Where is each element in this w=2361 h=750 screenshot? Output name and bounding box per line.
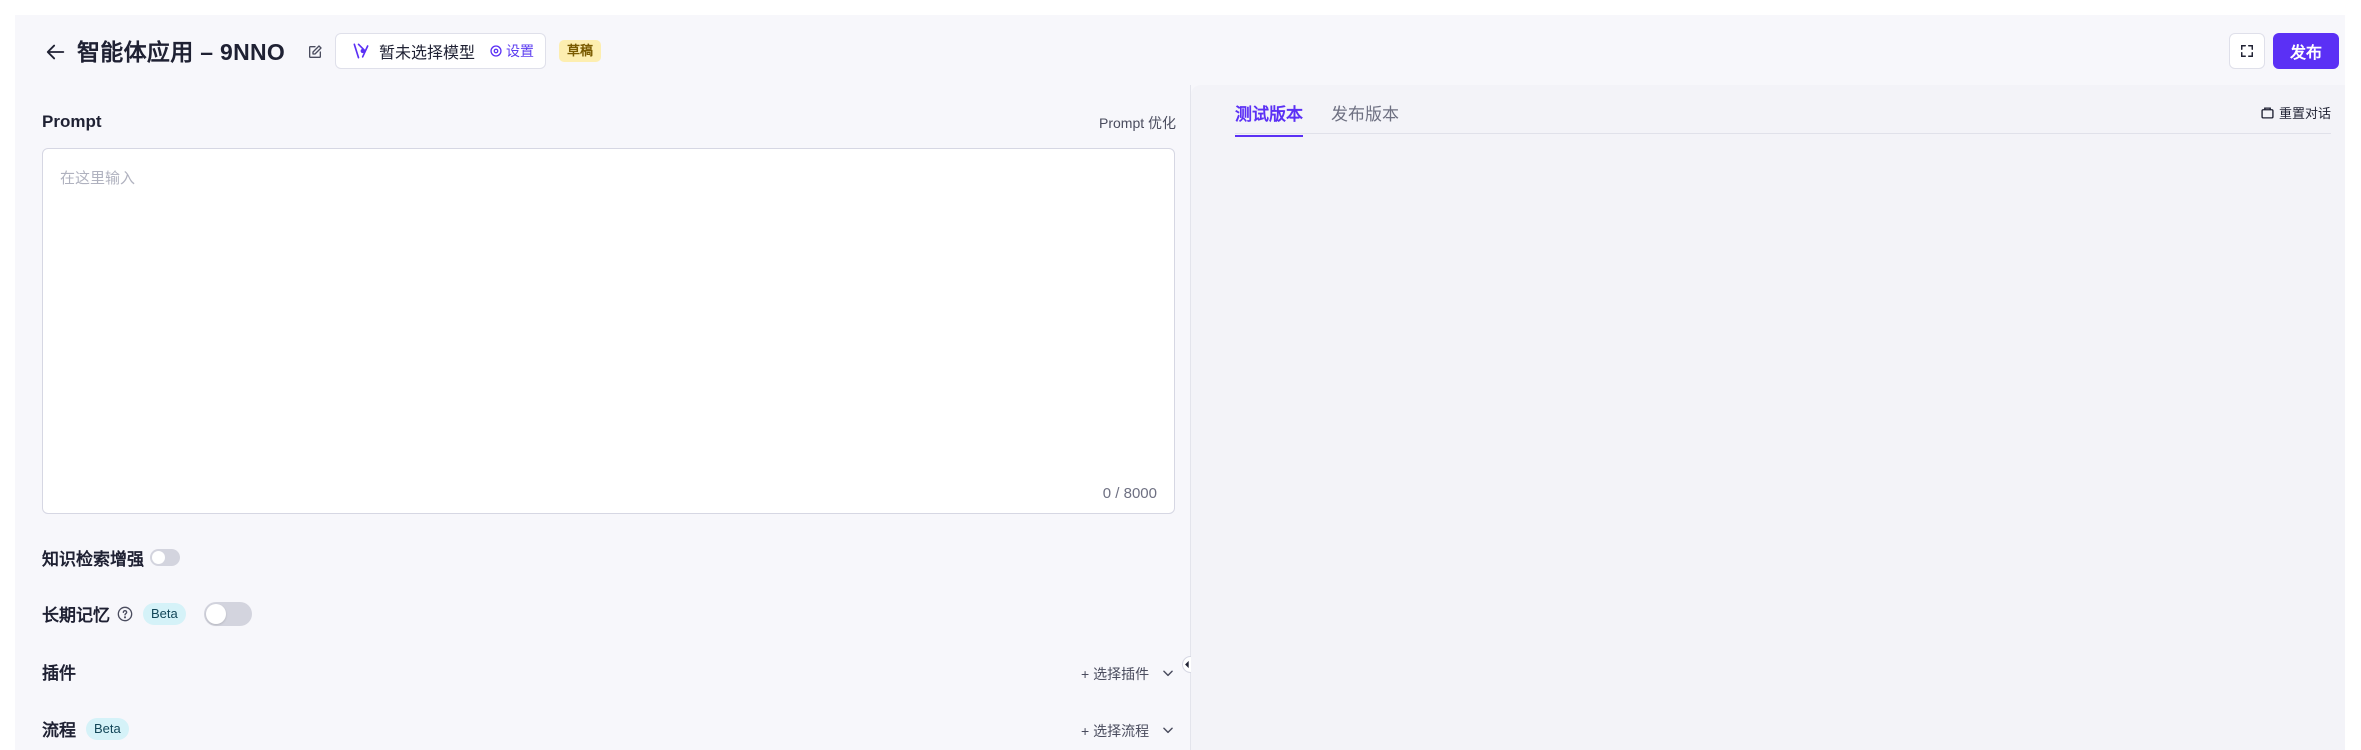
back-button[interactable] [41,37,71,67]
fullscreen-button[interactable] [2229,33,2265,69]
config-panel: Prompt Prompt 优化 0 / 8000 知识检索增强 长期记忆 Be… [15,90,1190,750]
flows-expand-button[interactable] [1159,721,1177,739]
preview-panel: 测试版本 发布版本 重置对话 [1191,85,2345,750]
help-circle-icon[interactable] [117,606,133,622]
plugins-row: 插件 [42,659,76,684]
tab-test-version[interactable]: 测试版本 [1235,100,1303,137]
app-window: 智能体应用 – 9NNO 暂未选择模型 设置 草稿 发布 Prompt Prom… [15,15,2345,750]
page-title: 智能体应用 – 9NNO [77,39,286,65]
add-flow-button[interactable]: + 选择流程 [1081,721,1149,741]
arrow-left-icon [46,44,65,60]
reset-chat-button[interactable]: 重置对话 [2261,103,2331,122]
toggle-knob [205,603,226,624]
plugins-label: 插件 [42,664,76,683]
knowledge-toggle[interactable] [150,549,180,566]
model-logo-icon [351,41,371,61]
prompt-label: Prompt [42,112,102,131]
beta-badge: Beta [143,602,186,625]
reset-icon [2261,106,2274,119]
edit-title-button[interactable] [303,40,327,64]
preview-tabs: 测试版本 发布版本 重置对话 [1235,85,2331,137]
memory-row: 长期记忆 Beta [42,601,252,626]
model-settings-button[interactable]: 设置 [489,41,534,61]
memory-label: 长期记忆 [42,606,110,625]
memory-toggle[interactable] [203,601,252,626]
status-badge: 草稿 [559,40,602,62]
toggle-knob [152,551,165,564]
beta-badge: Beta [86,717,129,740]
char-counter: 0 / 8000 [1102,485,1157,502]
edit-icon [309,45,322,58]
gear-icon [490,45,502,57]
reset-chat-label: 重置对话 [2278,106,2331,121]
knowledge-row: 知识检索增强 [42,545,180,570]
chevron-down-icon [1163,670,1173,677]
header: 智能体应用 – 9NNO 暂未选择模型 设置 草稿 发布 [15,15,2345,90]
chevron-down-icon [1163,727,1173,734]
plugins-expand-button[interactable] [1159,664,1177,682]
model-selector[interactable]: 暂未选择模型 设置 [335,33,546,69]
add-plugin-button[interactable]: + 选择插件 [1081,664,1149,684]
flows-label: 流程 [42,721,76,740]
knowledge-label: 知识检索增强 [42,550,144,569]
publish-button[interactable]: 发布 [2273,33,2339,69]
prompt-optimize-button[interactable]: Prompt 优化 [1099,113,1176,133]
prompt-input[interactable] [60,167,1155,467]
flows-row: 流程 Beta [42,716,129,741]
fullscreen-icon [2241,45,2253,57]
prompt-editor: 0 / 8000 [42,148,1175,514]
settings-label: 设置 [506,43,535,59]
model-name: 暂未选择模型 [379,45,476,62]
tab-published-version[interactable]: 发布版本 [1331,100,1399,135]
